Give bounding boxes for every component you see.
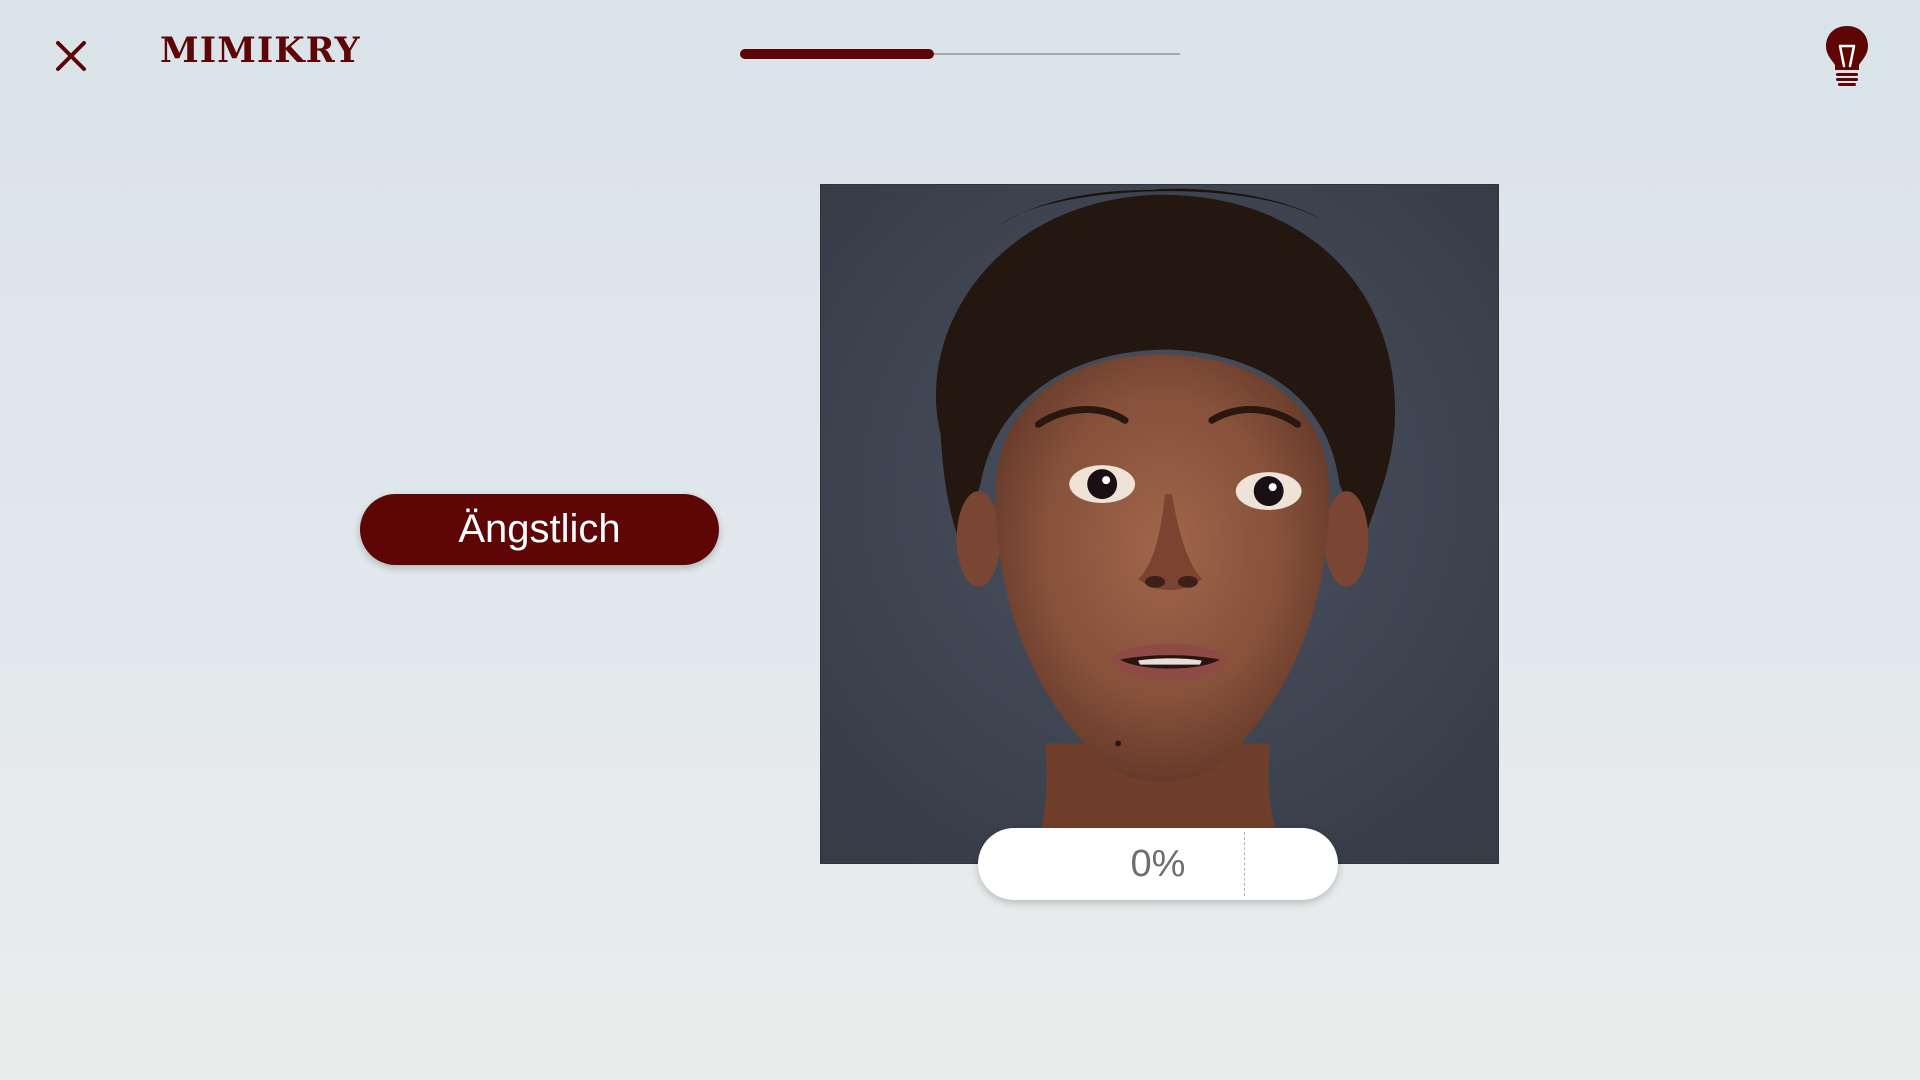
lightbulb-icon xyxy=(1826,26,1868,86)
close-icon xyxy=(56,41,86,71)
slider-marker xyxy=(1244,832,1245,896)
face-illustration xyxy=(821,185,1498,863)
intensity-slider[interactable]: 0% xyxy=(978,828,1338,900)
answer-option-button[interactable]: Ängstlich xyxy=(360,494,719,565)
face-photo xyxy=(820,184,1499,864)
close-button[interactable] xyxy=(52,37,90,75)
intensity-value: 0% xyxy=(1130,843,1186,885)
hint-button[interactable] xyxy=(1824,24,1870,88)
progress-fill xyxy=(740,49,934,59)
app-title: MIMIKRY xyxy=(160,30,361,71)
